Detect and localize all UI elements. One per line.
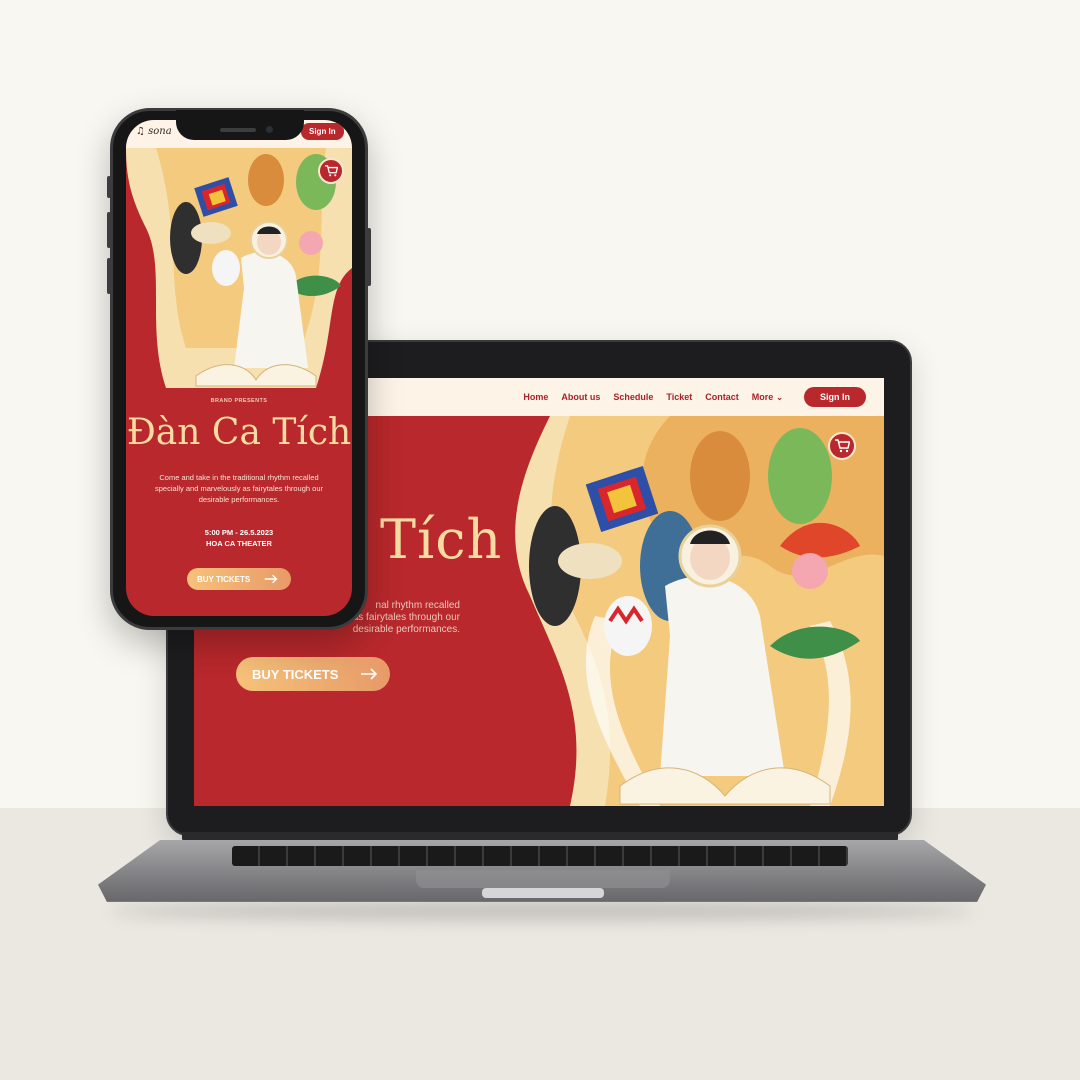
cart-icon — [835, 439, 850, 453]
phone-power-button — [367, 228, 371, 286]
phone-silent-switch — [107, 176, 111, 198]
laptop-trackpad — [416, 870, 670, 888]
desktop-buy-tickets-button[interactable]: BUY TICKETS — [236, 657, 390, 691]
chevron-down-icon: ⌄ — [776, 393, 783, 402]
phone-signin-button[interactable]: Sign In — [301, 123, 344, 140]
phone-camera — [266, 126, 273, 133]
phone-notch — [176, 110, 304, 140]
phone-screen: ♫ sona Sign In BRAND PRESENTS Đàn Ca Tíc… — [126, 120, 352, 616]
phone-buy-label: BUY TICKETS — [197, 574, 251, 584]
phone-event-date: 5:00 PM - 26.5.2023 — [204, 528, 274, 537]
nav-about[interactable]: About us — [561, 392, 600, 402]
phone-volume-down — [107, 258, 111, 294]
arrow-right-icon — [264, 574, 278, 584]
phone-volume-up — [107, 212, 111, 248]
phone-hero-description: Come and take in the traditional rhythm … — [155, 473, 323, 504]
phone-brand-presents: BRAND PRESENTS — [210, 398, 268, 404]
desktop-hero-title: Tích — [380, 508, 503, 571]
nav-home[interactable]: Home — [523, 392, 548, 402]
phone-event-venue: HOA CA THEATER — [206, 539, 272, 548]
laptop-shadow — [110, 902, 974, 920]
nav-ticket[interactable]: Ticket — [666, 392, 692, 402]
laptop-keyboard — [232, 846, 848, 866]
arrow-right-icon — [361, 668, 378, 680]
music-note-icon: ♫ — [136, 126, 145, 137]
desktop-buy-label: BUY TICKETS — [252, 666, 339, 682]
nav-schedule[interactable]: Schedule — [613, 392, 653, 402]
phone-logo[interactable]: ♫ sona — [136, 126, 172, 137]
desktop-signin-button[interactable]: Sign In — [804, 387, 866, 407]
desktop-cart-button[interactable] — [828, 432, 856, 460]
phone-logo-text: sona — [148, 126, 172, 137]
phone-buy-tickets-button[interactable]: BUY TICKETS — [187, 568, 291, 590]
nav-more-label: More — [751, 392, 774, 402]
nav-more[interactable]: More ⌄ — [752, 392, 783, 402]
phone-speaker — [220, 128, 256, 132]
phone-cart-button[interactable] — [318, 158, 344, 184]
nav-contact[interactable]: Contact — [705, 392, 739, 402]
hero-illustration — [515, 416, 884, 806]
phone-hero-title: Đàn Ca Tích — [126, 412, 352, 453]
laptop-front-notch — [482, 888, 604, 898]
phone-hero-illustration — [126, 148, 352, 388]
cart-icon — [325, 165, 338, 177]
